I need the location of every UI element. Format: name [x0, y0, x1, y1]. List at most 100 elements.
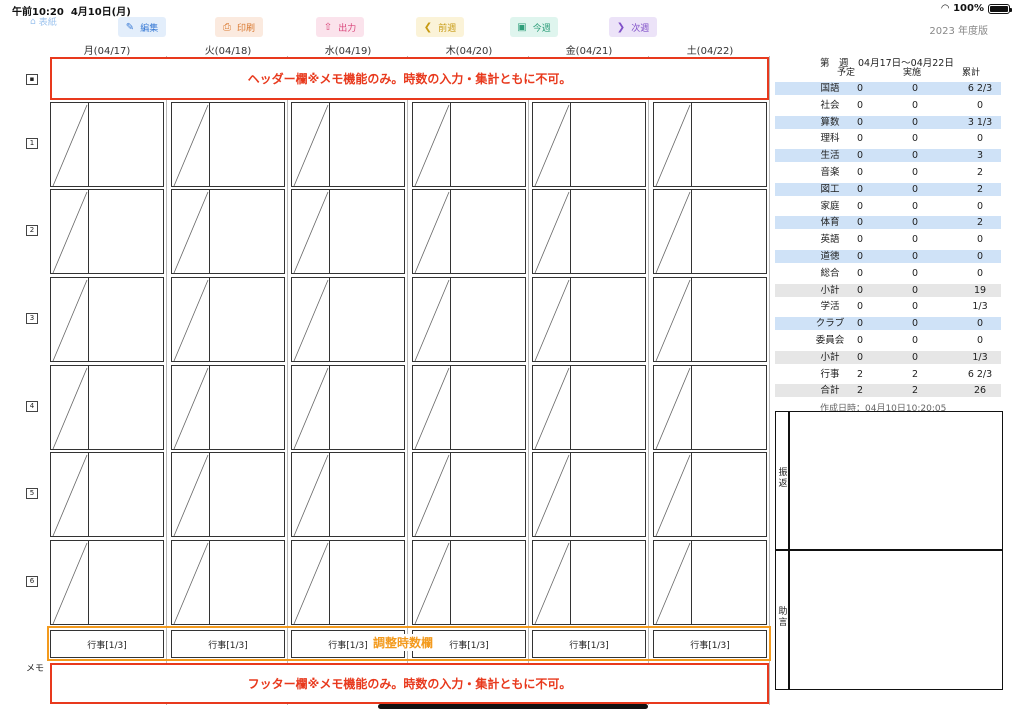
cell-divider	[329, 366, 330, 449]
timetable-cell[interactable]	[532, 189, 646, 274]
edit-icon: ✎	[125, 21, 135, 33]
footer-memo-box[interactable]: フッター欄※メモ機能のみ。時数の入力・集計ともに不可。	[50, 663, 769, 704]
cell-divider	[691, 453, 692, 536]
cell-divider	[570, 190, 571, 273]
summary-header-total: 累計	[962, 68, 981, 78]
timetable-cell[interactable]	[532, 452, 646, 537]
back-to-cover-button[interactable]: ⌂ 表紙	[30, 15, 57, 29]
timetable-cell[interactable]	[653, 540, 767, 625]
cell-divider	[88, 278, 89, 361]
timetable-cell[interactable]	[291, 189, 405, 274]
column-separator	[769, 56, 770, 705]
cell-divider	[450, 541, 451, 624]
timetable-cell[interactable]	[171, 365, 285, 450]
timetable-cell[interactable]	[412, 102, 526, 187]
summary-row: 学活 0 0 1/3	[775, 300, 1001, 313]
timetable-cell[interactable]	[50, 540, 164, 625]
column-separator	[166, 56, 167, 705]
summary-total: 0	[976, 200, 984, 212]
cell-divider	[450, 278, 451, 361]
timetable-cell[interactable]	[50, 452, 164, 537]
memo-label: メモ	[26, 664, 45, 674]
cell-divider	[691, 541, 692, 624]
reflection-input[interactable]	[792, 412, 1002, 548]
timetable-cell[interactable]	[291, 452, 405, 537]
summary-total: 1/3	[972, 351, 988, 363]
event-hours-cell[interactable]: 行事[1/3]	[171, 630, 285, 658]
summary-total: 19	[973, 284, 987, 296]
summary-total: 2	[976, 167, 984, 178]
toolbar-button-4[interactable]: ▣ 今週	[510, 17, 558, 37]
timetable-cell[interactable]	[171, 277, 285, 362]
summary-row: 音楽 0 0 2	[775, 166, 1001, 179]
summary-total: 6 2/3	[967, 368, 993, 380]
day-header: 木(04/20)	[445, 46, 493, 57]
timetable-cell[interactable]	[532, 277, 646, 362]
summary-total: 2	[976, 217, 984, 229]
period-label: 6	[26, 576, 38, 587]
cell-divider	[209, 103, 210, 186]
timetable-cell[interactable]	[653, 102, 767, 187]
timetable-cell[interactable]	[50, 365, 164, 450]
summary-total: 0	[976, 251, 984, 262]
cell-divider	[691, 190, 692, 273]
column-separator	[528, 56, 529, 705]
timetable-cell[interactable]	[532, 365, 646, 450]
toolbar-button-label: 今週	[532, 23, 551, 34]
cell-divider	[691, 366, 692, 449]
summary-row: 行事 2 2 6 2/3	[775, 368, 1001, 381]
battery-icon	[988, 3, 1012, 14]
timetable-cell[interactable]	[532, 102, 646, 187]
back-label: 表紙	[38, 18, 57, 28]
summary-row: 体育 0 0 2	[775, 216, 1001, 230]
timetable-cell[interactable]	[291, 365, 405, 450]
toolbar-button-5[interactable]: ❯ 次週	[609, 17, 657, 37]
timetable-cell[interactable]	[171, 452, 285, 537]
cell-divider	[570, 453, 571, 536]
summary-row: 英語 0 0 0	[775, 233, 1001, 246]
print-icon: ⎙	[222, 21, 231, 33]
reflection-advice-box: 振返 助言	[775, 411, 1003, 690]
timetable-cell[interactable]	[50, 277, 164, 362]
summary-row: 小計 0 0 1/3	[775, 350, 1001, 364]
toolbar-button-0[interactable]: ✎ 編集	[118, 17, 166, 37]
timetable-cell[interactable]	[653, 189, 767, 274]
toolbar-button-1[interactable]: ⎙ 印刷	[215, 17, 263, 37]
event-hours-cell[interactable]: 行事[1/3]	[653, 630, 767, 658]
event-hours-cell[interactable]: 行事[1/3]	[50, 630, 164, 658]
timetable-cell[interactable]	[412, 277, 526, 362]
timetable-cell[interactable]	[653, 452, 767, 537]
timetable-cell[interactable]	[50, 189, 164, 274]
timetable-cell[interactable]	[291, 277, 405, 362]
cell-divider	[88, 541, 89, 624]
timetable-cell[interactable]	[291, 540, 405, 625]
timetable-cell[interactable]	[412, 189, 526, 274]
summary-total: 0	[976, 234, 984, 246]
battery-percent: 100%	[953, 3, 984, 14]
timetable-cell[interactable]	[653, 277, 767, 362]
column-separator	[407, 56, 408, 705]
toolbar-button-2[interactable]: ⇧ 出力	[316, 17, 364, 37]
timetable-cell[interactable]	[171, 540, 285, 625]
toolbar-button-3[interactable]: ❮ 前週	[416, 17, 464, 37]
timetable-cell[interactable]	[653, 365, 767, 450]
period-label: 2	[26, 225, 38, 236]
column-separator	[287, 56, 288, 705]
timetable-cell[interactable]	[412, 365, 526, 450]
toolbar-button-label: 印刷	[236, 23, 255, 34]
timetable-cell[interactable]	[532, 540, 646, 625]
timetable-cell[interactable]	[412, 540, 526, 625]
note-divider	[776, 549, 1002, 551]
timetable-cell[interactable]	[171, 102, 285, 187]
cell-divider	[450, 190, 451, 273]
timetable-cell[interactable]	[412, 452, 526, 537]
summary-row: 図工 0 0 2	[775, 182, 1001, 196]
event-hours-cell[interactable]: 行事[1/3]	[532, 630, 646, 658]
day-header: 月(04/17)	[83, 46, 131, 57]
header-memo-box[interactable]: ヘッダー欄※メモ機能のみ。時数の入力・集計ともに不可。	[50, 57, 769, 100]
timetable-cell[interactable]	[171, 189, 285, 274]
timetable-cell[interactable]	[291, 102, 405, 187]
timetable-cell[interactable]	[50, 102, 164, 187]
advice-input[interactable]	[792, 552, 1002, 689]
cell-divider	[88, 453, 89, 536]
